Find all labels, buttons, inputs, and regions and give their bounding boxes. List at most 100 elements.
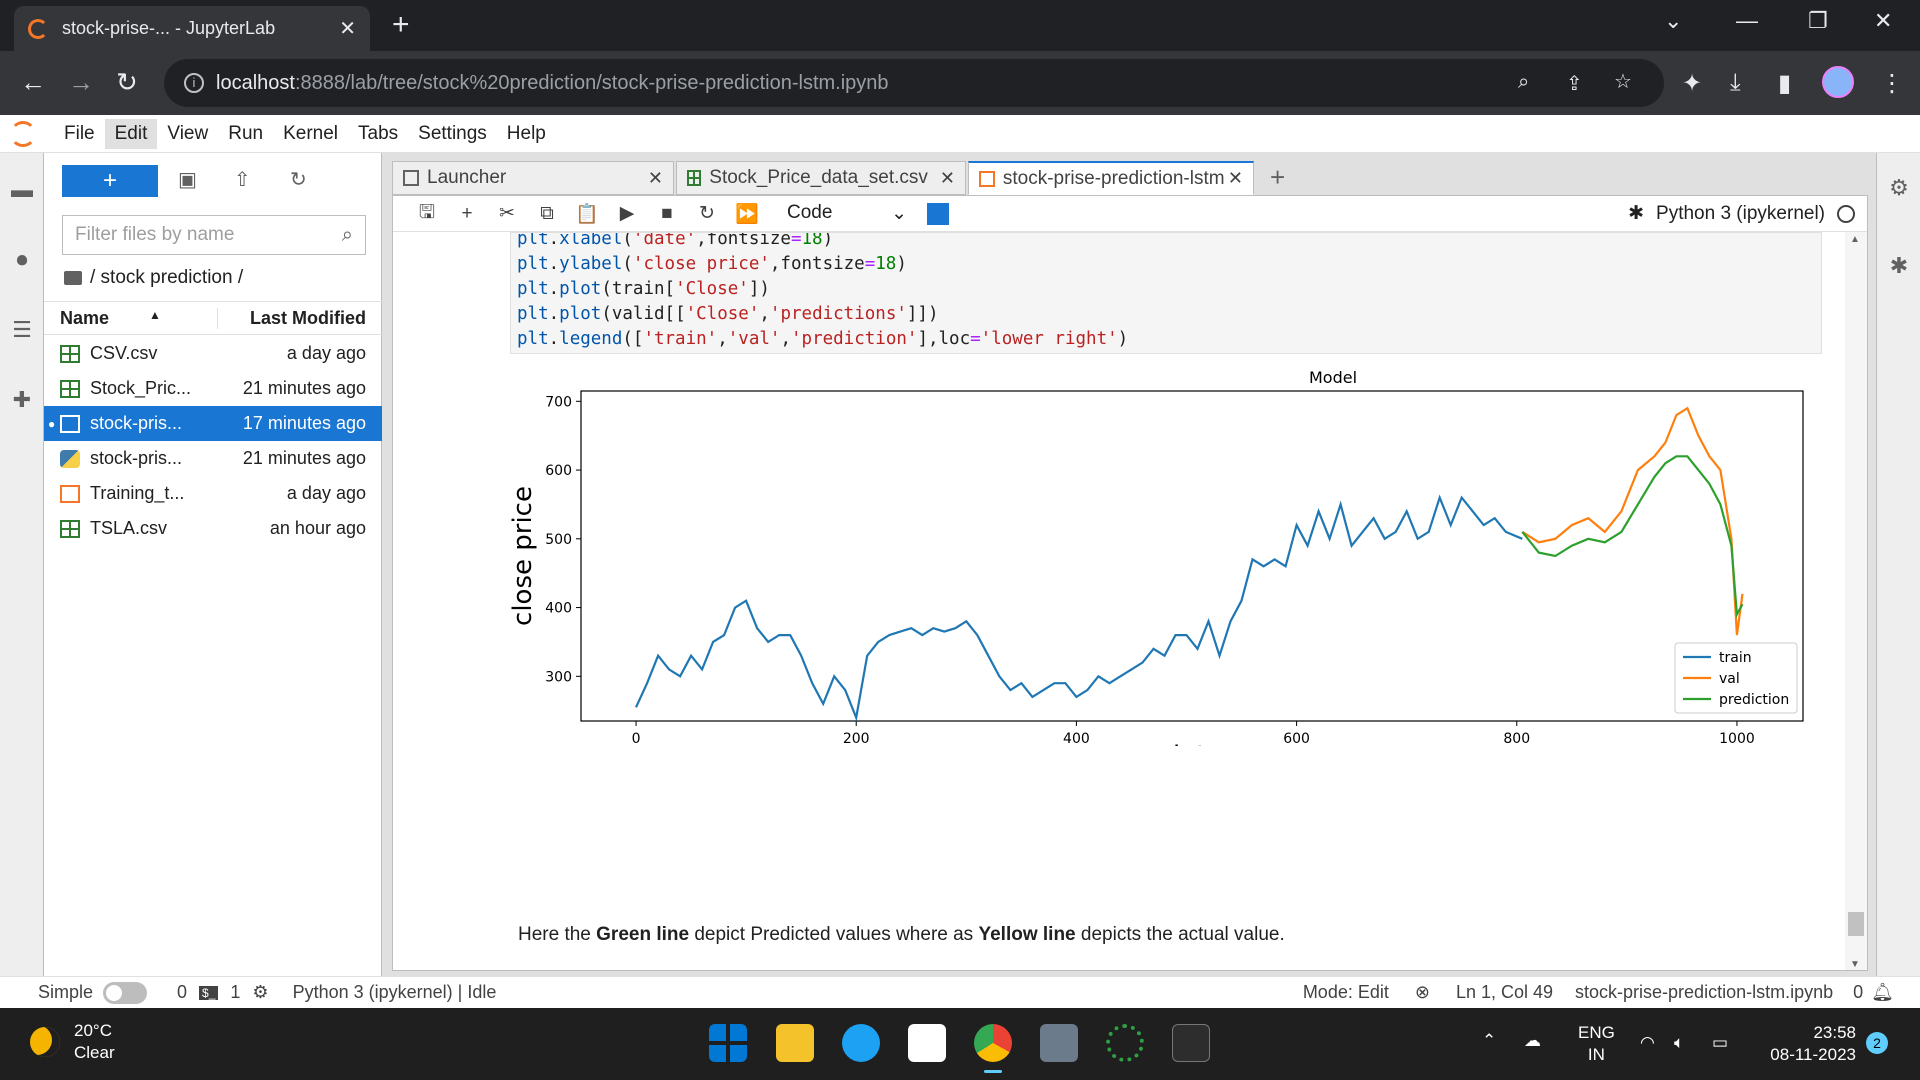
kernel-count[interactable]: 1 <box>230 982 240 1003</box>
new-folder-icon[interactable]: ▣ <box>178 167 197 192</box>
menu-file[interactable]: File <box>54 119 105 149</box>
scroll-up-icon[interactable]: ▲ <box>1850 234 1860 245</box>
menu-settings[interactable]: Settings <box>408 119 497 149</box>
bookmark-star-icon[interactable]: ☆ <box>1614 69 1632 94</box>
menu-dots-icon[interactable]: ⋮ <box>1880 69 1904 98</box>
language-indicator[interactable]: ENG IN <box>1578 1022 1615 1066</box>
forward-icon[interactable]: → <box>68 67 94 98</box>
profile-avatar[interactable] <box>1822 66 1854 98</box>
share-icon[interactable]: ⇪ <box>1566 71 1583 96</box>
menu-run[interactable]: Run <box>218 119 273 149</box>
download-icon[interactable]: ⤓ <box>1730 69 1741 97</box>
bell-icon[interactable]: 🔔︎ <box>1871 982 1894 1003</box>
tab-csv[interactable]: Stock_Price_data_set.csv ✕ <box>676 161 966 195</box>
cut-icon[interactable]: ✂ <box>487 202 527 225</box>
zoom-icon[interactable]: ⌕ <box>1518 71 1529 94</box>
chrome-icon[interactable] <box>974 1024 1012 1073</box>
kernel-indicator[interactable]: ✱ Python 3 (ipykernel) <box>1628 202 1855 225</box>
breadcrumb[interactable]: / stock prediction / <box>64 267 243 289</box>
close-tab-icon[interactable]: ✕ <box>928 168 955 189</box>
insert-cell-icon[interactable]: + <box>447 203 487 225</box>
refresh-icon[interactable]: ↻ <box>290 167 307 192</box>
close-tab-icon[interactable]: ✕ <box>339 16 356 41</box>
new-launcher-button[interactable]: + <box>62 165 158 197</box>
close-tab-icon[interactable]: ✕ <box>636 168 663 189</box>
battery-icon[interactable]: ▭ <box>1712 1032 1728 1054</box>
paste-icon[interactable]: 📋 <box>567 202 607 226</box>
copy-icon[interactable]: ⧉ <box>527 203 567 225</box>
start-icon[interactable] <box>709 1024 747 1062</box>
new-tab-button[interactable]: + <box>392 10 410 40</box>
file-row[interactable]: TSLA.csv an hour ago <box>44 511 382 546</box>
menu-view[interactable]: View <box>157 119 218 149</box>
close-window-icon[interactable]: ✕ <box>1874 8 1892 34</box>
url-field[interactable]: i localhost :8888/lab/tree/stock%20predi… <box>164 59 1664 107</box>
extensions-icon[interactable]: ✦ <box>1682 69 1702 98</box>
trusted-icon: ⊗ <box>1414 982 1430 1002</box>
back-icon[interactable]: ← <box>20 67 46 98</box>
y-axis-label: close price <box>508 486 538 626</box>
minimize-icon[interactable]: — <box>1736 8 1758 34</box>
menu-tabs[interactable]: Tabs <box>348 119 408 149</box>
clock[interactable]: 23:58 08-11-2023 <box>1760 1022 1856 1066</box>
notification-badge[interactable]: 2 <box>1866 1032 1888 1054</box>
scrollbar-thumb[interactable] <box>1848 912 1864 936</box>
file-row[interactable]: Stock_Pric... 21 minutes ago <box>44 371 382 406</box>
side-panel-icon[interactable]: ▮ <box>1778 69 1791 98</box>
run-all-icon[interactable]: ⏩ <box>727 202 767 226</box>
file-filter-input[interactable] <box>75 224 335 246</box>
toc-icon[interactable]: ☰ <box>10 317 34 342</box>
upload-icon[interactable]: ⇧ <box>234 167 251 192</box>
restore-icon[interactable]: ❐ <box>1808 8 1828 34</box>
stop-icon[interactable]: ■ <box>647 203 687 225</box>
running-icon[interactable]: ⏺ <box>10 247 34 272</box>
run-icon[interactable]: ▶ <box>607 202 647 225</box>
file-row[interactable]: stock-pris... 21 minutes ago <box>44 441 382 476</box>
menu-edit[interactable]: Edit <box>104 118 158 149</box>
file-row[interactable]: CSV.csv a day ago <box>44 336 382 371</box>
edge-icon[interactable] <box>842 1024 880 1062</box>
file-explorer-icon[interactable] <box>776 1024 814 1062</box>
bug-icon[interactable]: ✱ <box>1628 202 1644 225</box>
file-filter-field[interactable]: ⌕ <box>62 215 366 255</box>
tab-search-icon[interactable]: ⌄ <box>1664 8 1682 34</box>
file-row[interactable]: Training_t... a day ago <box>44 476 382 511</box>
debugger-icon[interactable]: ✱ <box>1887 253 1911 278</box>
wifi-icon[interactable]: ◠ <box>1640 1032 1655 1054</box>
terminal-count[interactable]: 0 <box>177 982 187 1003</box>
property-inspector-icon[interactable] <box>927 202 949 225</box>
scroll-down-icon[interactable]: ▼ <box>1850 959 1860 970</box>
column-modified-header[interactable]: Last Modified <box>217 307 382 329</box>
weather-widget[interactable]: 20°C Clear <box>30 1020 115 1064</box>
calculator-icon[interactable] <box>1040 1024 1078 1062</box>
site-info-icon[interactable]: i <box>184 73 204 93</box>
store-icon[interactable] <box>908 1024 946 1062</box>
chevron-up-icon[interactable]: ⌃ <box>1482 1030 1496 1052</box>
tab-notebook[interactable]: stock-prise-prediction-lstm ✕ <box>968 161 1254 195</box>
folder-icon[interactable]: ▬ <box>10 177 34 202</box>
menu-help[interactable]: Help <box>497 119 556 149</box>
volume-icon[interactable]: 🔈︎ <box>1674 1032 1684 1054</box>
menu-kernel[interactable]: Kernel <box>273 119 348 149</box>
cursor-position[interactable]: Ln 1, Col 49 <box>1456 982 1553 1003</box>
add-tab-button[interactable]: + <box>1256 161 1299 195</box>
save-icon[interactable]: 🖫 <box>407 198 447 230</box>
terminal-app-icon[interactable] <box>1172 1024 1210 1062</box>
notebook-scrollbar[interactable]: ▲ ▼ <box>1845 232 1867 970</box>
simple-mode-toggle[interactable] <box>103 981 148 1004</box>
tab-launcher[interactable]: Launcher ✕ <box>392 161 674 195</box>
browser-tab[interactable]: stock-prise-... - JupyterLab ✕ <box>14 6 370 51</box>
extension-icon[interactable]: ✚ <box>10 387 34 412</box>
property-inspector-gear-icon[interactable]: ⚙ <box>1887 175 1911 200</box>
column-name-header[interactable]: Name ▲ <box>44 308 204 329</box>
anaconda-icon[interactable] <box>1106 1024 1144 1062</box>
file-row-selected[interactable]: ● stock-pris... 17 minutes ago <box>44 406 382 441</box>
cell-type-select[interactable]: Code ⌄ <box>787 202 907 225</box>
kernel-status[interactable]: Python 3 (ipykernel) | Idle <box>293 982 497 1003</box>
restart-icon[interactable]: ↻ <box>687 202 727 225</box>
close-tab-icon[interactable]: ✕ <box>1226 168 1243 189</box>
code-cell[interactable]: plt.xlabel('date',fontsize=18) plt.ylabe… <box>510 232 1822 354</box>
reload-icon[interactable]: ↻ <box>116 67 138 98</box>
notification-count[interactable]: 0 <box>1853 982 1863 1003</box>
cloud-icon[interactable]: ☁ <box>1524 1030 1541 1052</box>
